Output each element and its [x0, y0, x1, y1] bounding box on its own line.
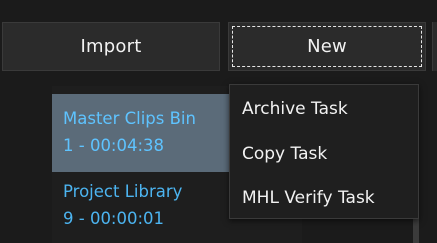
menu-item-mhl-verify-task[interactable]: MHL Verify Task: [242, 184, 375, 212]
import-button[interactable]: Import: [2, 22, 220, 71]
toolbar-overflow-button[interactable]: [432, 22, 437, 71]
menu-item-copy-task[interactable]: Copy Task: [242, 140, 327, 168]
app-window: Import New Master Clips Bin 1 - 00:04:38…: [0, 0, 437, 243]
new-button-label: New: [307, 36, 347, 57]
new-button[interactable]: New: [228, 22, 426, 71]
menu-item-archive-task[interactable]: Archive Task: [242, 95, 348, 123]
left-gutter: [0, 86, 52, 243]
import-button-label: Import: [80, 36, 142, 57]
new-dropdown-menu: Archive Task Copy Task MHL Verify Task: [229, 84, 419, 219]
